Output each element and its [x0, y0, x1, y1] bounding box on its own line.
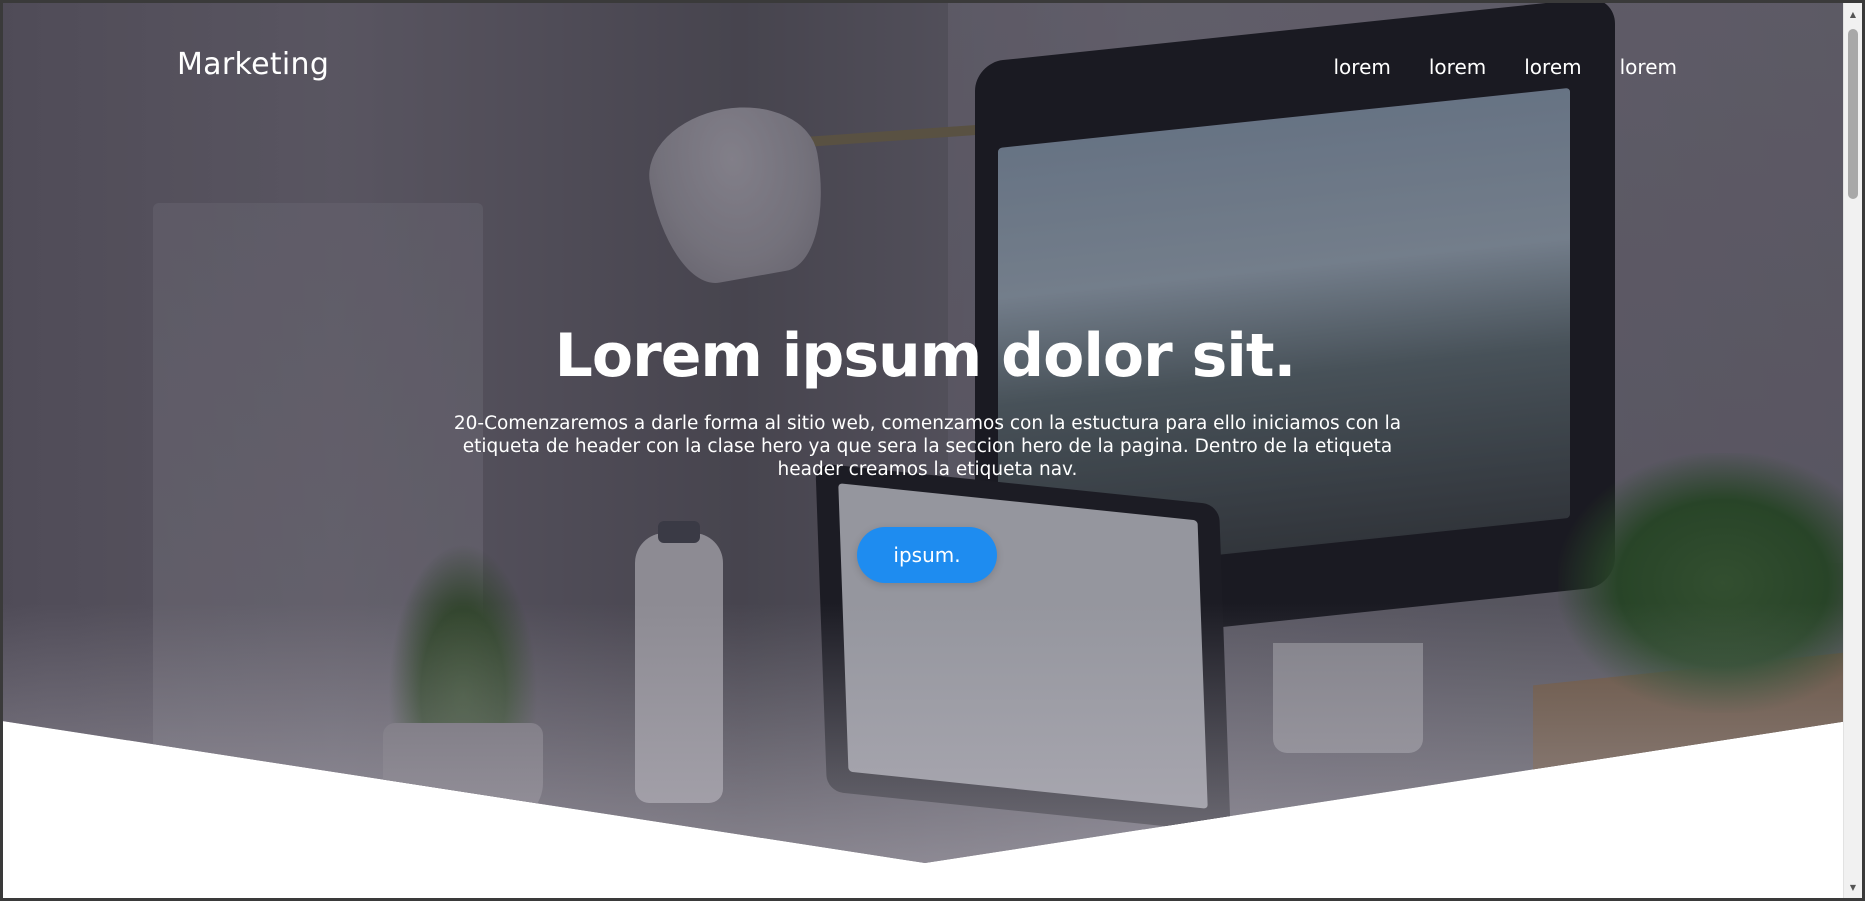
hero-description: 20-Comenzaremos a darle forma al sitio w… [453, 413, 1402, 480]
brand-logo[interactable]: Marketing [177, 47, 329, 82]
hero-section: Marketing lorem lorem lorem lorem Lorem … [3, 3, 1847, 863]
scroll-down-arrow-icon[interactable]: ▼ [1844, 878, 1862, 896]
hero-floor-fade [3, 603, 1847, 863]
nav-link-3[interactable]: lorem [1524, 55, 1581, 79]
scroll-up-arrow-icon[interactable]: ▲ [1844, 5, 1862, 23]
hero-cta-button[interactable]: ipsum. [857, 527, 997, 583]
scrollbar-thumb[interactable] [1848, 29, 1858, 199]
nav-link-1[interactable]: lorem [1334, 55, 1391, 79]
navbar: Marketing lorem lorem lorem lorem [3, 3, 1847, 133]
nav-links: lorem lorem lorem lorem [1334, 55, 1678, 79]
vertical-scrollbar[interactable]: ▲ ▼ [1843, 3, 1862, 898]
browser-viewport: Marketing lorem lorem lorem lorem Lorem … [0, 0, 1865, 901]
nav-link-4[interactable]: lorem [1620, 55, 1677, 79]
hero-title: Lorem ipsum dolor sit. [554, 321, 1297, 391]
nav-link-2[interactable]: lorem [1429, 55, 1486, 79]
